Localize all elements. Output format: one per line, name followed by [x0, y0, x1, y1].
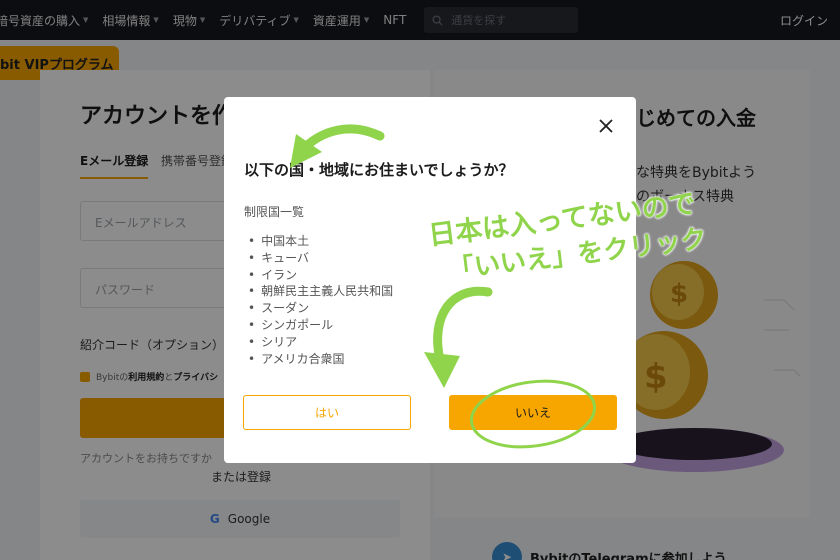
close-button[interactable] [597, 117, 615, 135]
close-icon [599, 119, 613, 133]
restricted-region-dialog: 以下の国・地域にお住まいでしょうか？ 制限国一覧 中国本土 キューバ イラン 朝… [224, 97, 636, 463]
dialog-title: 以下の国・地域にお住まいでしょうか？ [244, 161, 514, 179]
list-item: シリア [248, 334, 393, 351]
list-item: シンガポール [248, 317, 393, 334]
restricted-country-list: 中国本土 キューバ イラン 朝鮮民主主義人民共和国 スーダン シンガポール シリ… [248, 233, 393, 367]
restricted-list-heading: 制限国一覧 [244, 205, 305, 219]
list-item: キューバ [248, 250, 393, 267]
no-button[interactable]: いいえ [449, 395, 617, 430]
yes-button[interactable]: はい [243, 395, 411, 430]
list-item: スーダン [248, 300, 393, 317]
list-item: イラン [248, 267, 393, 284]
list-item: 中国本土 [248, 233, 393, 250]
list-item: 朝鮮民主主義人民共和国 [248, 283, 393, 300]
list-item: アメリカ合衆国 [248, 351, 393, 368]
